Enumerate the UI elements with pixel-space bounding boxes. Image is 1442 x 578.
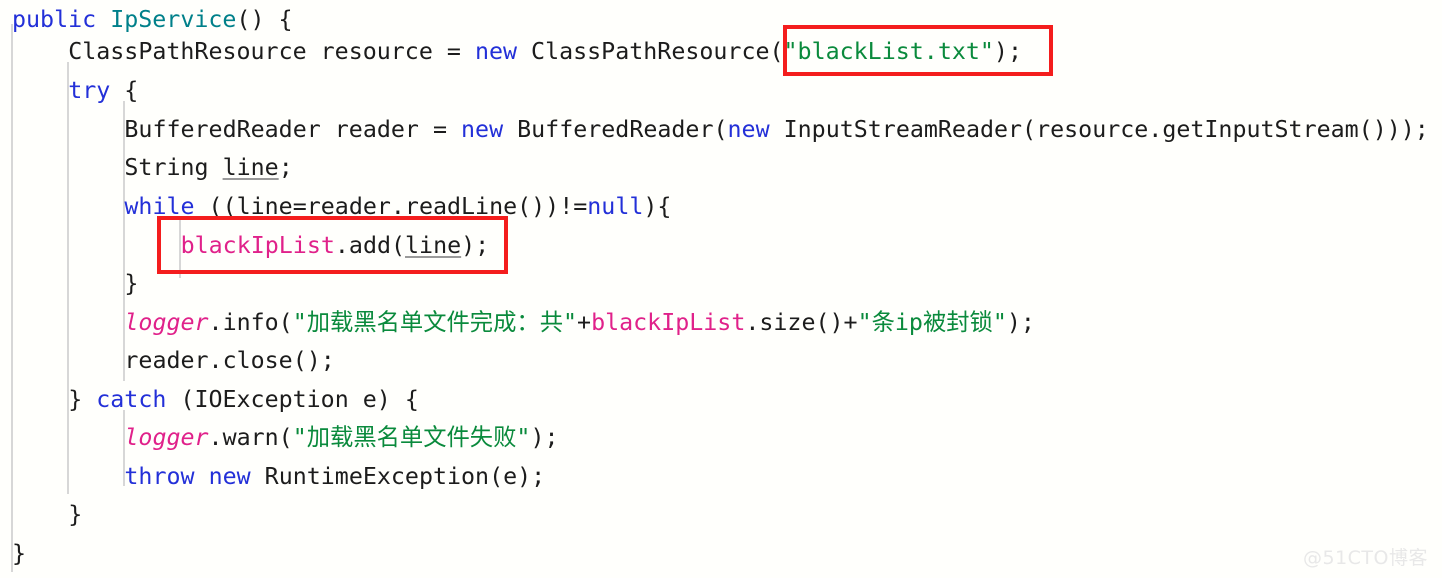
code-line-5[interactable]: String line;: [12, 148, 293, 187]
code-token-field: blackIpList: [591, 309, 746, 336]
code-token-plain: {: [110, 77, 139, 104]
code-token-plain: RuntimeException(e);: [250, 463, 546, 490]
code-token-plain: ){: [643, 193, 672, 220]
code-line-4[interactable]: BufferedReader reader = new BufferedRead…: [12, 110, 1429, 149]
code-token-kw: new: [208, 463, 251, 490]
code-token-plain: );: [1006, 309, 1035, 336]
code-token-kw: public: [12, 6, 97, 33]
highlight-blacklist-filename: [783, 25, 1053, 76]
code-token-plain: }: [68, 386, 97, 413]
code-token-kw: new: [727, 116, 770, 143]
code-token-plain: BufferedReader(: [503, 116, 728, 143]
code-editor-surface[interactable]: public IpService() { ClassPathResource re…: [0, 0, 1442, 578]
code-token-plain: +: [577, 309, 592, 336]
code-line-9[interactable]: logger.info("加载黑名单文件完成：共"+blackIpList.si…: [12, 303, 1035, 342]
code-token-plain: .size()+: [745, 309, 858, 336]
code-screenshot: public IpService() { ClassPathResource re…: [0, 0, 1442, 578]
code-token-logger: logger: [124, 309, 209, 336]
code-token-str: "加载黑名单文件完成：共": [292, 309, 578, 336]
code-token-kw: new: [461, 116, 504, 143]
code-line-11[interactable]: } catch (IOException e) {: [12, 380, 419, 419]
code-token-plain: }: [12, 540, 27, 567]
code-line-10[interactable]: reader.close();: [12, 341, 335, 380]
code-line-3[interactable]: try {: [12, 71, 138, 110]
code-token-plain: }: [68, 501, 83, 528]
highlight-add-line: [157, 216, 508, 274]
code-token-plain: String: [124, 154, 223, 181]
code-line-8[interactable]: }: [12, 264, 138, 303]
code-token-kw: new: [474, 38, 518, 65]
code-token-plain: );: [530, 424, 559, 451]
code-token-plain: () {: [236, 6, 293, 33]
code-token-plain: ClassPathResource(: [517, 38, 784, 65]
code-token-plain: .info(: [208, 309, 293, 336]
code-token-plain: BufferedReader reader =: [124, 116, 462, 143]
code-token-kw: null: [587, 193, 644, 220]
code-token-plain: ;: [278, 154, 293, 181]
code-line-13[interactable]: throw new RuntimeException(e);: [12, 457, 545, 496]
code-token-plain: ClassPathResource resource =: [68, 38, 475, 65]
code-token-plain: InputStreamReader(resource.getInputStrea…: [769, 116, 1429, 143]
code-line-15[interactable]: }: [12, 534, 26, 573]
code-token-str: "加载黑名单文件失败": [292, 424, 531, 451]
code-token-kw: catch: [96, 386, 167, 413]
code-line-14[interactable]: }: [12, 495, 82, 534]
code-token-plain: }: [124, 270, 139, 297]
code-token-local: line: [222, 154, 279, 181]
code-token-logger: logger: [124, 424, 209, 451]
code-token-kw: throw: [124, 463, 195, 490]
code-token-plain: .warn(: [208, 424, 293, 451]
code-token-type: IpService: [110, 6, 237, 33]
code-token-plain: reader.close();: [124, 347, 335, 374]
code-token-kw: try: [68, 77, 111, 104]
code-token-plain: (IOException e) {: [166, 386, 419, 413]
code-token-str: "条ip被封锁": [857, 309, 1007, 336]
watermark-label: @51CTO博客: [1302, 547, 1428, 569]
code-line-12[interactable]: logger.warn("加载黑名单文件失败");: [12, 418, 559, 457]
